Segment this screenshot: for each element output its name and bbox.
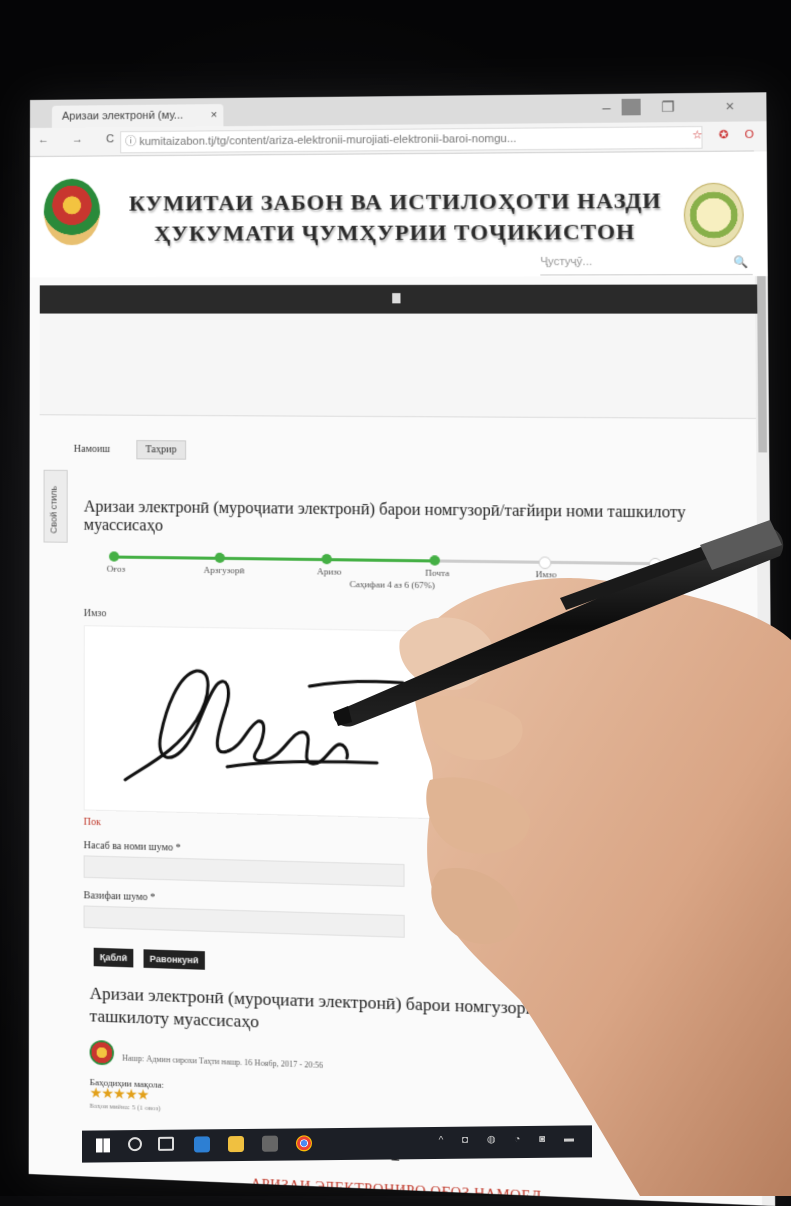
search-icon[interactable]: 🔍: [734, 255, 749, 269]
progress-step-label: Аризо: [316, 566, 342, 577]
file-explorer-icon[interactable]: [228, 1135, 244, 1153]
menu-icon[interactable]: [392, 293, 401, 304]
style-switcher-tab[interactable]: Свой стиль: [43, 469, 68, 543]
progress-step-dot: [429, 555, 440, 566]
position-field[interactable]: [83, 905, 405, 938]
view-edit-tabs: Намоиш Таҳрир: [44, 439, 755, 467]
progress-step-dot: [648, 557, 662, 571]
author-avatar: [89, 1039, 114, 1066]
progress-fill: [114, 555, 435, 563]
coat-of-arms-logo[interactable]: [43, 178, 101, 246]
info-icon[interactable]: ⓘ: [125, 132, 136, 152]
committee-emblem: [683, 182, 744, 248]
main-menu-bar: [39, 284, 758, 314]
system-tray[interactable]: ^ ◘ ◍ ◔ ◙ ▬: [439, 1133, 582, 1146]
progress-step-dot: [109, 551, 120, 562]
tab-close-icon[interactable]: ×: [211, 104, 218, 126]
edge-icon[interactable]: [194, 1136, 210, 1153]
site-title: КУМИТАИ ЗАБОН ВА ИСТИЛОҲОТИ НАЗДИ ҲУКУМА…: [110, 185, 682, 249]
progress-step-dot: [321, 553, 332, 565]
search-icon[interactable]: [128, 1137, 142, 1152]
article-meta-text: Нашр: Админ сирохи Таҳти нашр. 16 Ноябр,…: [122, 1053, 324, 1071]
progress-step-label: Почта: [425, 567, 450, 579]
progress-step-dot: [538, 556, 552, 570]
style-switcher-label: Свой стиль: [48, 485, 59, 534]
previous-button[interactable]: Қаблӣ: [93, 947, 134, 968]
signature-pad[interactable]: [83, 625, 691, 826]
site-title-line2: ҲУКУМАТИ ҶУМҲУРИИ ТОҶИКИСТОН: [154, 218, 636, 246]
browser-tab[interactable]: Аризаи электронӣ (му... ×: [51, 104, 224, 128]
progress-caption: Саҳифаи 4 аз 6 (67%): [349, 578, 435, 591]
store-icon[interactable]: [262, 1135, 278, 1152]
windows-taskbar: ^ ◘ ◍ ◔ ◙ ▬: [82, 1125, 592, 1163]
search-input[interactable]: Ҷустуҷӯ... 🔍: [540, 255, 753, 276]
main-content: Свой стиль Намоиш Таҳрир Аризаи электрон…: [29, 439, 775, 1206]
site-title-line1: КУМИТАИ ЗАБОН ВА ИСТИЛОҲОТИ НАЗДИ: [129, 187, 662, 216]
progress-step-label: Арзгузорӣ: [203, 564, 245, 576]
progress-step-label: Оғоз: [106, 563, 126, 574]
tab-edit[interactable]: Таҳрир: [136, 440, 186, 460]
form-buttons: Қаблӣ Равонкунӣ: [93, 947, 759, 988]
start-icon[interactable]: [96, 1138, 110, 1153]
form-title: Аризаи электронӣ (муроҷиати электронӣ) б…: [83, 498, 686, 535]
tablet-screen: Аризаи электронӣ (му... × – ❐ × ← → C ⓘ …: [28, 92, 776, 1206]
progress-step-label: Тасдиқ: [642, 570, 672, 582]
url-text: kumitaizabon.tj/tg/content/ariza-elektro…: [139, 132, 517, 149]
article-title[interactable]: Аризаи электронӣ (муроҷиати электронӣ) б…: [90, 982, 718, 1049]
chrome-icon[interactable]: [296, 1135, 312, 1152]
webform-progress-bar: Саҳифаи 4 аз 6 (67%) Оғоз Арзгузорӣ Аризо П…: [104, 549, 672, 597]
submit-button[interactable]: Равонкунӣ: [143, 949, 205, 970]
nav-buttons[interactable]: ← → C: [38, 133, 124, 146]
banner-area: [39, 313, 759, 419]
search-placeholder: Ҷустуҷӯ...: [540, 255, 593, 269]
site-header: КУМИТАИ ЗАБОН ВА ИСТИЛОҲОТИ НАЗДИ ҲУКУМА…: [29, 151, 768, 278]
task-view-icon[interactable]: [158, 1136, 174, 1151]
signature-stroke: [85, 626, 690, 824]
url-field[interactable]: ⓘ kumitaizabon.tj/tg/content/ariza-elekt…: [120, 126, 703, 154]
progress-step-label: Имзо: [535, 568, 557, 580]
progress-step-dot: [214, 552, 225, 563]
extension-icons[interactable]: ☆ ✪ O: [692, 128, 760, 142]
fullname-field[interactable]: [83, 855, 405, 887]
tab-title: Аризаи электронӣ (му...: [61, 109, 184, 123]
window-controls[interactable]: – ❐ ×: [602, 98, 758, 117]
tab-view[interactable]: Намоиш: [74, 444, 110, 455]
